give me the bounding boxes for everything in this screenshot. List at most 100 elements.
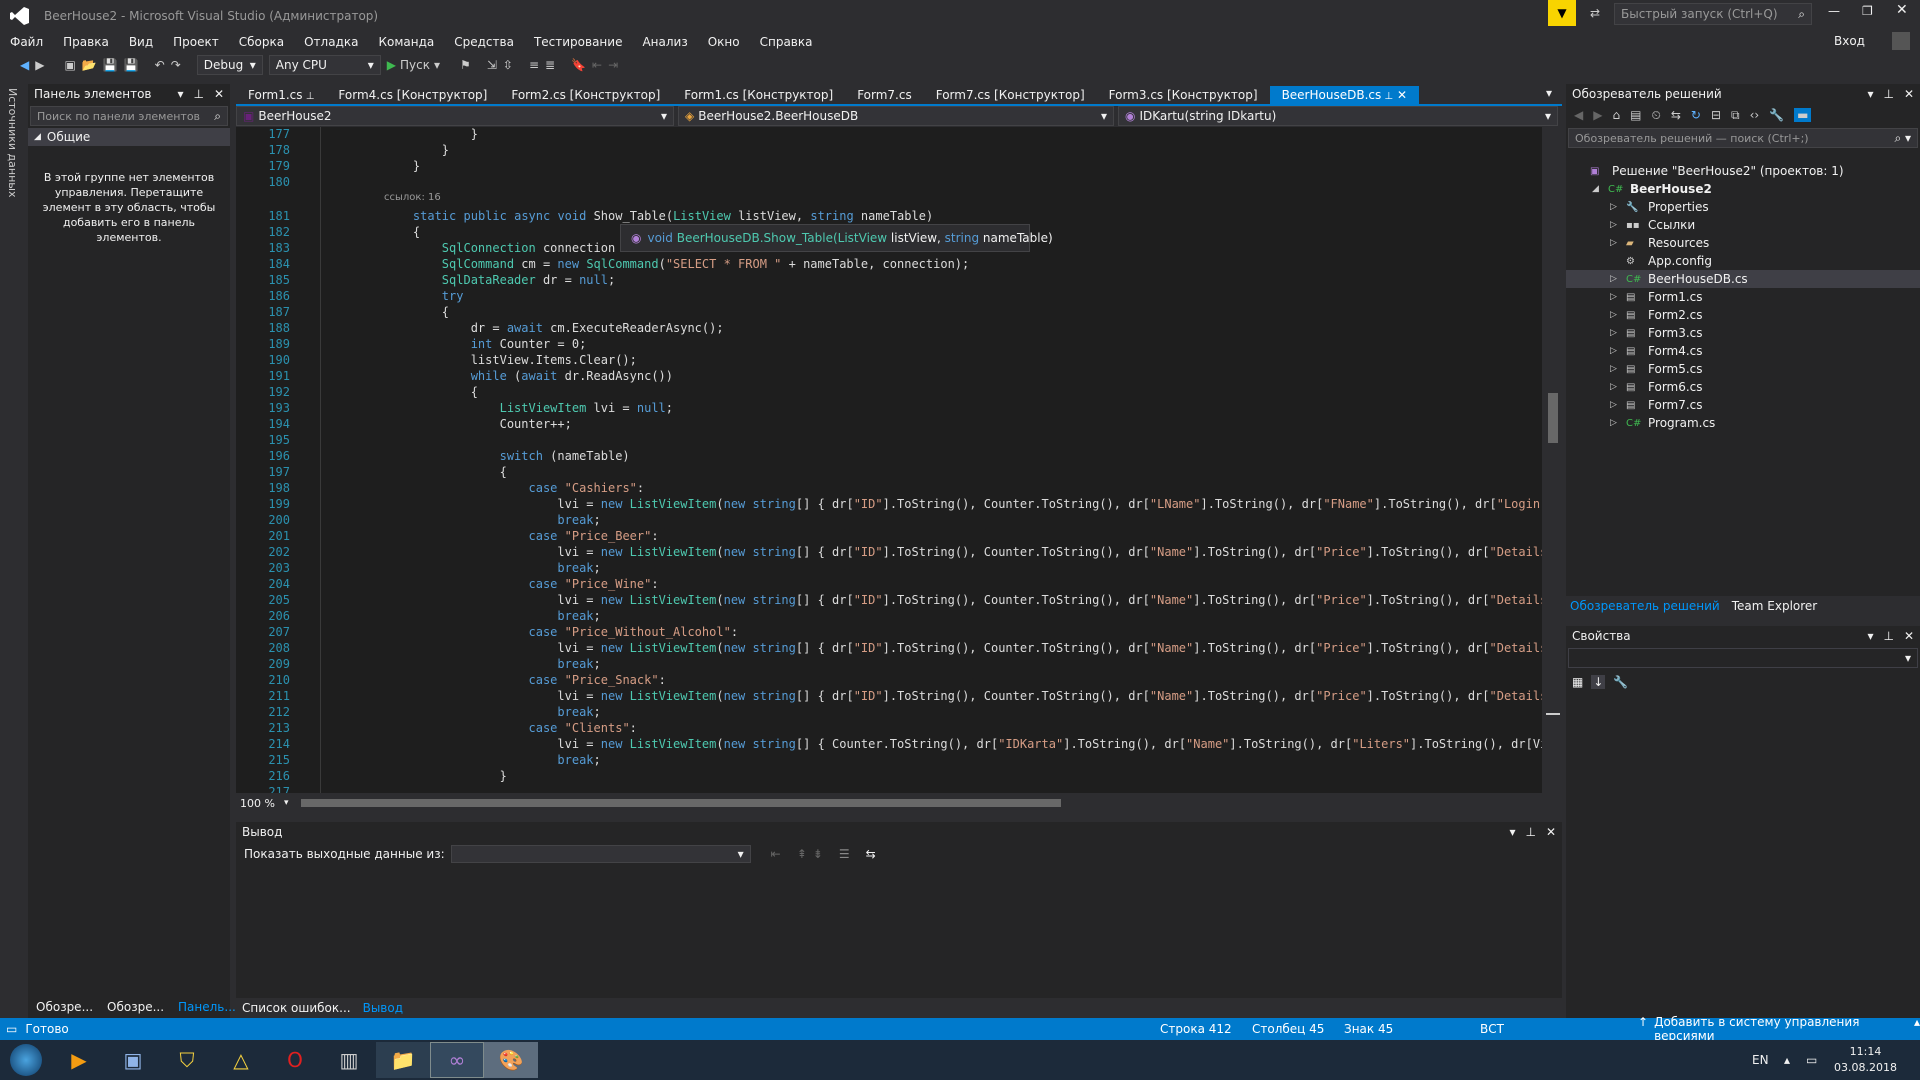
code-line[interactable]: 188 dr = await cm.ExecuteReaderAsync();	[236, 321, 1542, 337]
solution-tree-item[interactable]: ▷ ▤ Form6.cs	[1566, 378, 1920, 396]
app-icon[interactable]: ▣	[106, 1042, 160, 1078]
sign-in-link[interactable]: Вход	[1834, 34, 1865, 48]
vertical-scrollbar[interactable]	[1544, 127, 1562, 793]
project-select[interactable]: ▣ BeerHouse2 ▾	[236, 106, 674, 126]
code-line[interactable]: 217	[236, 785, 1542, 793]
menu-item[interactable]: Сборка	[229, 35, 294, 49]
code-line[interactable]: 203 break;	[236, 561, 1542, 577]
code-line[interactable]: 197 {	[236, 465, 1542, 481]
solution-tree-item[interactable]: ▷ C# BeerHouseDB.cs	[1566, 270, 1920, 288]
expander-icon[interactable]: ▷	[1610, 364, 1620, 374]
redo-icon[interactable]: ↷	[171, 58, 181, 72]
document-tab[interactable]: Form1.cs ⊥	[236, 86, 326, 104]
media-player-icon[interactable]: ▶	[52, 1042, 106, 1078]
code-line[interactable]: 202 lvi = new ListViewItem(new string[] …	[236, 545, 1542, 561]
pin-icon[interactable]: ⊥	[1525, 825, 1535, 839]
tab-output[interactable]: Вывод	[363, 1001, 403, 1015]
browser-link-icon[interactable]: ⚑	[460, 58, 471, 72]
document-tab[interactable]: Form3.cs [Конструктор]	[1097, 86, 1270, 104]
preview-icon[interactable]: ▬	[1794, 108, 1812, 122]
tab-error-list[interactable]: Список ошибок...	[242, 1001, 351, 1015]
visual-studio-icon[interactable]: ∞	[430, 1042, 484, 1078]
code-line[interactable]: 206 break;	[236, 609, 1542, 625]
menu-item[interactable]: Справка	[750, 35, 823, 49]
collapse-all-icon[interactable]: ⊟	[1711, 108, 1721, 122]
code-line[interactable]: 195	[236, 433, 1542, 449]
code-line[interactable]: 184 SqlCommand cm = new SqlCommand("SELE…	[236, 257, 1542, 273]
open-file-icon[interactable]: 📂	[82, 58, 97, 72]
close-icon[interactable]: ✕	[1393, 88, 1407, 102]
code-editor[interactable]: 177 } 178 } 179 } 180 181 static public asyn…	[236, 127, 1542, 793]
pending-changes-icon[interactable]: ⏲	[1651, 108, 1660, 123]
tab-solution-explorer[interactable]: Обозреватель решений	[1570, 599, 1720, 613]
code-line[interactable]: 194 Counter++;	[236, 417, 1542, 433]
expander-icon[interactable]: ▷	[1610, 418, 1620, 428]
next-message-icon[interactable]: ⇟	[813, 847, 823, 861]
solution-tree-item[interactable]: ▣ Решение "BeerHouse2" (проектов: 1)	[1566, 162, 1920, 180]
code-line[interactable]: 198 case "Cashiers":	[236, 481, 1542, 497]
expander-icon[interactable]: ▷	[1610, 274, 1620, 284]
code-line[interactable]: 211 lvi = new ListViewItem(new string[] …	[236, 689, 1542, 705]
solution-tree-item[interactable]: ⚙ App.config	[1566, 252, 1920, 270]
expander-icon[interactable]: ▷	[1610, 220, 1620, 230]
explorer-icon[interactable]: 📁	[376, 1042, 430, 1078]
expander-icon[interactable]: ▷	[1610, 382, 1620, 392]
code-line[interactable]: 207 case "Price_Without_Alcohol":	[236, 625, 1542, 641]
shield-icon[interactable]: ⛉	[160, 1042, 214, 1078]
pin-icon[interactable]: ⊥	[1883, 87, 1893, 101]
menu-item[interactable]: Отладка	[294, 35, 368, 49]
property-pages-icon[interactable]: 🔧	[1613, 675, 1628, 689]
refresh-icon[interactable]: ↻	[1691, 108, 1701, 122]
horizontal-scrollbar[interactable]	[300, 799, 1061, 807]
code-line[interactable]: 216 }	[236, 769, 1542, 785]
document-tab[interactable]: Form2.cs [Конструктор]	[499, 86, 672, 104]
code-line[interactable]: 192 {	[236, 385, 1542, 401]
code-line[interactable]: 180	[236, 175, 1542, 191]
document-tab[interactable]: BeerHouseDB.cs ⊥ ✕	[1269, 86, 1420, 104]
menu-item[interactable]: Вид	[119, 35, 163, 49]
prev-message-icon[interactable]: ⇞	[797, 847, 807, 861]
document-tab[interactable]: Form4.cs [Конструктор]	[326, 86, 499, 104]
home-icon[interactable]: ⌂	[1612, 108, 1620, 122]
save-icon[interactable]: 💾	[103, 58, 118, 72]
back-icon[interactable]: ◀	[20, 58, 29, 72]
chevron-down-icon[interactable]: ▾	[1867, 629, 1873, 643]
opera-icon[interactable]: O	[268, 1042, 322, 1078]
step-over-icon[interactable]: ⇳	[503, 58, 513, 72]
solution-tree-item[interactable]: ◢ C# BeerHouse2	[1566, 180, 1920, 198]
bookmark-icon[interactable]: 🔖	[571, 58, 586, 72]
properties-icon[interactable]: 🔧	[1769, 108, 1784, 122]
start-button[interactable]	[0, 1042, 52, 1078]
save-all-icon[interactable]: 💾	[124, 58, 139, 72]
new-project-icon[interactable]: ▣	[64, 58, 75, 72]
back-icon[interactable]: ◀	[1574, 108, 1583, 122]
solution-tree-item[interactable]: ▷ ▤ Form2.cs	[1566, 306, 1920, 324]
platform-select[interactable]: Any CPU ▾	[268, 55, 381, 75]
sync-icon[interactable]: ⇆	[1671, 108, 1681, 122]
code-line[interactable]: 210 case "Price_Snack":	[236, 673, 1542, 689]
bottom-tab-3[interactable]: Панель...	[178, 1000, 236, 1014]
code-line[interactable]: 209 break;	[236, 657, 1542, 673]
feedback-icon[interactable]: ⇄	[1590, 6, 1600, 20]
code-line[interactable]: 200 break;	[236, 513, 1542, 529]
show-hidden-icons[interactable]: ▴	[1784, 1053, 1790, 1067]
code-line[interactable]: 212 break;	[236, 705, 1542, 721]
document-tab[interactable]: Form1.cs [Конструктор]	[672, 86, 845, 104]
document-tab[interactable]: Form7.cs [Конструктор]	[924, 86, 1097, 104]
menu-item[interactable]: Правка	[53, 35, 119, 49]
data-sources-tab[interactable]: Источники данных	[6, 88, 19, 197]
categorized-icon[interactable]: ▦	[1572, 675, 1583, 689]
chevron-down-icon[interactable]: ▾	[1867, 87, 1873, 101]
notification-flag-icon[interactable]: ▼	[1548, 0, 1576, 26]
code-line[interactable]: 178 }	[236, 143, 1542, 159]
configuration-select[interactable]: Debug ▾	[196, 55, 263, 75]
code-line[interactable]: 213 case "Clients":	[236, 721, 1542, 737]
close-icon[interactable]: ✕	[214, 87, 224, 101]
code-line[interactable]: 185 SqlDataReader dr = null;	[236, 273, 1542, 289]
solution-tree-item[interactable]: ▷ ▤ Form5.cs	[1566, 360, 1920, 378]
code-line[interactable]: 191 while (await dr.ReadAsync())	[236, 369, 1542, 385]
code-line[interactable]: 189 int Counter = 0;	[236, 337, 1542, 353]
tab-list-dropdown-icon[interactable]: ▾	[1546, 86, 1552, 100]
zoom-select[interactable]: 100 %	[240, 797, 284, 810]
pin-icon[interactable]: ⊥	[303, 91, 315, 102]
